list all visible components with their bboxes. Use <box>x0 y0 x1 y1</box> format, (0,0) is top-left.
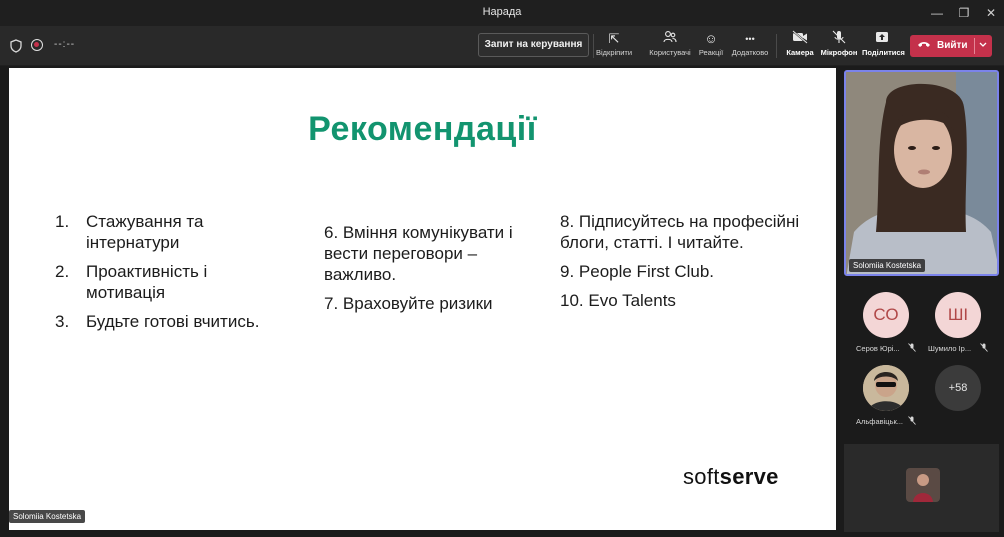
close-icon[interactable]: ✕ <box>981 4 1001 22</box>
pop-out-icon: ⇱ <box>608 31 620 46</box>
mic-off-icon <box>820 30 858 48</box>
divider <box>974 38 975 54</box>
pop-out-button[interactable]: ⇱ Відкріпити <box>596 30 632 64</box>
mic-off-icon <box>908 343 916 354</box>
list-item: 1. Стажування та інтернатури <box>55 212 204 252</box>
microphone-button[interactable]: Мікрофон <box>820 30 858 64</box>
request-control-button[interactable]: Запит на керування <box>478 33 589 57</box>
avatar[interactable]: СО <box>863 292 909 338</box>
participant-photo <box>863 365 909 411</box>
leave-button[interactable]: Вийти <box>910 35 992 57</box>
meeting-timer: --:-- <box>54 39 76 50</box>
list-item: 6. Вміння комунікувати і вести переговор… <box>324 223 513 284</box>
restore-icon[interactable]: ❐ <box>954 4 974 22</box>
divider <box>593 34 594 58</box>
recommendations-column-1: 1. Стажування та інтернатури 2. Проактивні… <box>55 211 265 340</box>
recommendations-column-3: 8. Підписуйтесь на професійні блоги, ста… <box>560 211 800 319</box>
reactions-icon: ☺ <box>704 31 718 46</box>
share-button[interactable]: Поділитися <box>862 30 905 64</box>
share-icon <box>862 30 902 48</box>
people-icon <box>648 30 692 48</box>
avatar[interactable] <box>863 365 909 411</box>
window-title: Нарада <box>482 6 522 18</box>
participant-name: Шумило Ір... <box>928 344 972 353</box>
mic-off-icon <box>980 343 988 354</box>
meeting-stage: Рекомендації 1. Стажування та інтернатури… <box>0 66 1004 535</box>
shared-slide: Рекомендації 1. Стажування та інтернатури… <box>9 68 836 530</box>
recording-icon <box>31 39 43 51</box>
more-button[interactable]: ••• Додатково <box>731 30 769 64</box>
participant-name: Альфавіцьк... <box>856 417 904 426</box>
participant-name: Серов Юрі... <box>856 344 900 353</box>
divider <box>776 34 777 58</box>
self-view-video <box>844 444 999 532</box>
reactions-button[interactable]: ☺ Реакції <box>697 30 725 64</box>
presenter-name-tag: Solomiia Kostetska <box>9 510 86 523</box>
slide-title: Рекомендації <box>308 110 537 148</box>
list-item: 2. Проактивність і мотивація <box>55 262 208 302</box>
shield-icon[interactable] <box>10 39 22 53</box>
speaker-video-frame <box>846 72 997 274</box>
hang-up-icon <box>917 38 931 53</box>
more-participants-button[interactable]: +58 <box>935 365 981 411</box>
list-item: 10. Evo Talents <box>560 291 676 310</box>
list-item: 7. Враховуйте ризики <box>324 294 493 313</box>
camera-button[interactable]: Камера <box>784 30 816 64</box>
list-item: 8. Підписуйтесь на професійні блоги, ста… <box>560 212 800 252</box>
camera-off-icon <box>784 30 816 48</box>
speaker-video[interactable]: Solomiia Kostetska <box>844 70 999 276</box>
more-icon: ••• <box>745 34 755 44</box>
list-item: 3. Будьте готові вчитись. <box>55 312 260 331</box>
chevron-down-icon[interactable] <box>977 38 989 55</box>
mic-off-icon <box>908 416 916 427</box>
speaker-name-tag: Solomiia Kostetska <box>849 259 926 272</box>
title-bar: Нарада — ❐ ✕ <box>0 0 1004 26</box>
list-item: 9. People First Club. <box>560 262 715 281</box>
self-view[interactable] <box>844 444 999 532</box>
recommendations-column-2: 6. Вміння комунікувати і вести переговор… <box>324 222 524 322</box>
softserve-logo: softserve <box>683 464 779 489</box>
meeting-toolbar: --:-- Запит на керування ⇱ Відкріпити Ко… <box>0 26 1004 66</box>
avatar[interactable]: ШІ <box>935 292 981 338</box>
minimize-icon[interactable]: — <box>927 4 947 22</box>
people-button[interactable]: Користувачі <box>648 30 692 64</box>
